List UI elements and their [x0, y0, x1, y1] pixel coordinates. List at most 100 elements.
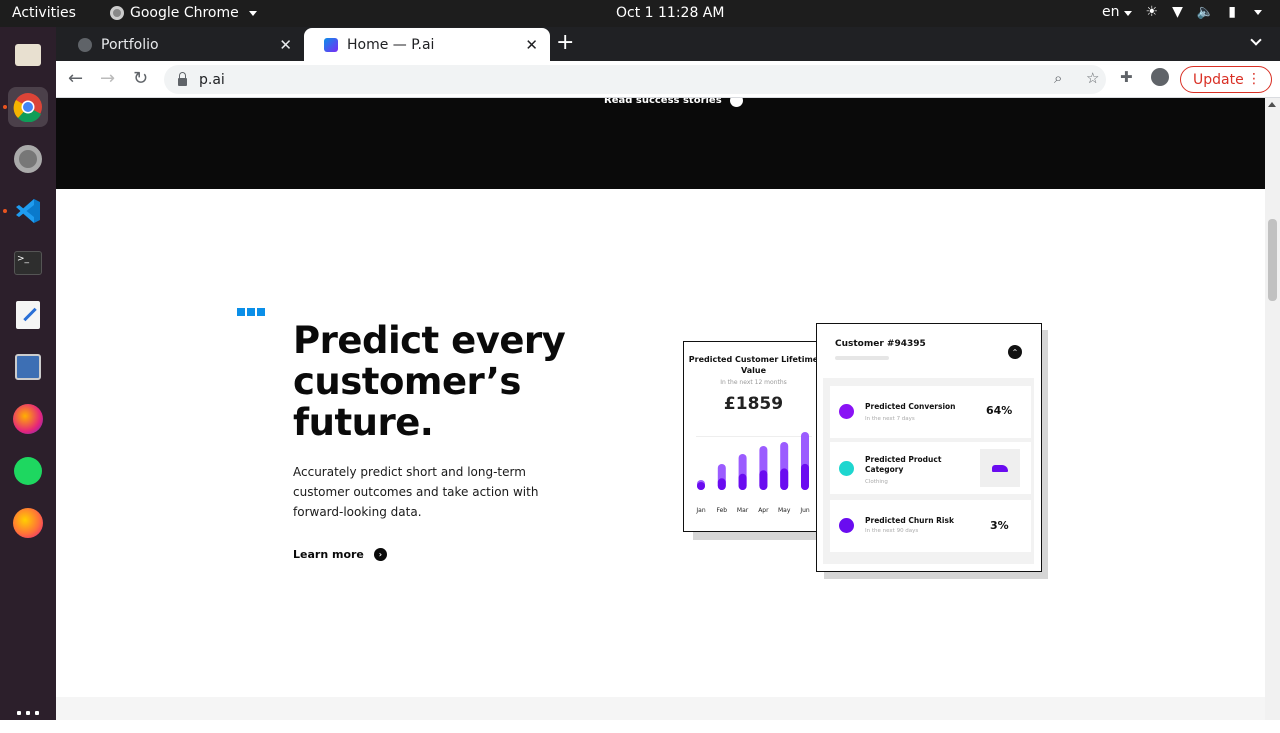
- ltv-month-label: Jun: [799, 507, 810, 514]
- web-page: Read success stories Predict every custo…: [56, 98, 1265, 720]
- section-headline: Predict every customer’s future.: [293, 319, 566, 444]
- spotify-icon[interactable]: [8, 451, 48, 491]
- status-dot: [839, 518, 854, 533]
- prediction-label: Predicted Conversion: [865, 402, 956, 411]
- battery-icon: ▮: [1228, 4, 1236, 20]
- tab-strip: Portfolio ✕ Home — P.ai ✕ +: [56, 27, 1280, 61]
- show-apps-icon[interactable]: [17, 711, 39, 733]
- stories-band: Read success stories: [56, 98, 1265, 189]
- prediction-value: 64%: [986, 404, 1013, 417]
- arrow-right-icon: ›: [373, 548, 387, 561]
- prediction-row-churn: Predicted Churn Risk In the next 90 days…: [830, 500, 1031, 552]
- ltv-month-label: Jan: [695, 507, 705, 514]
- ltv-bar-inner: [738, 473, 747, 490]
- vscode-icon[interactable]: [8, 191, 48, 231]
- update-label: Update: [1193, 71, 1244, 88]
- ltv-bar-inner: [759, 470, 768, 490]
- tab-title: Portfolio: [101, 36, 159, 53]
- tab-portfolio[interactable]: Portfolio ✕: [58, 28, 304, 61]
- volume-icon: 🔈: [1196, 4, 1215, 20]
- ltv-bar-inner: [697, 482, 705, 490]
- section-marker: [237, 308, 265, 316]
- dock: >_: [0, 27, 56, 733]
- forward-icon[interactable]: →: [100, 68, 115, 89]
- prediction-sub: Clothing: [865, 479, 888, 485]
- pai-favicon-icon: [324, 37, 338, 52]
- bookmark-star-icon[interactable]: ☆: [1086, 69, 1099, 87]
- next-section: [56, 697, 1265, 720]
- ltv-month-label: Mar: [737, 507, 749, 514]
- status-dot: [839, 404, 854, 419]
- prediction-value: 3%: [990, 519, 1009, 532]
- more-menu-icon[interactable]: ⋮: [1247, 71, 1261, 87]
- customer-card: Customer #94395 ⌃ Predicted Conversion I…: [816, 323, 1042, 572]
- shoe-icon: [992, 464, 1008, 472]
- new-tab-button[interactable]: +: [556, 32, 574, 54]
- scroll-up-icon[interactable]: [1268, 102, 1276, 107]
- collapse-icon[interactable]: ⌃: [1008, 345, 1022, 359]
- clock[interactable]: Oct 1 11:28 AM: [616, 5, 724, 21]
- prediction-sub: In the next 90 days: [865, 528, 919, 534]
- prediction-label: Predicted Product Category: [865, 455, 942, 474]
- profile-avatar[interactable]: [1151, 68, 1169, 91]
- prediction-row-conversion: Predicted Conversion In the next 7 days …: [830, 386, 1031, 438]
- close-icon[interactable]: ✕: [525, 36, 538, 54]
- back-icon[interactable]: ←: [68, 68, 83, 89]
- url-text: p.ai: [199, 71, 225, 88]
- ltv-card: Predicted Customer Lifetime Value In the…: [683, 341, 824, 532]
- address-bar[interactable]: p.ai ⌕ ☆: [164, 65, 1106, 94]
- scroll-thumb[interactable]: [1268, 219, 1277, 301]
- tab-title: Home — P.ai: [347, 36, 435, 53]
- extensions-icon[interactable]: ✚: [1120, 68, 1133, 86]
- chevron-down-icon: [1254, 9, 1262, 15]
- reload-icon[interactable]: ↻: [133, 68, 148, 89]
- firefox-dev-icon[interactable]: [8, 399, 48, 439]
- chrome-icon[interactable]: [8, 87, 48, 127]
- screenshot-icon[interactable]: [8, 347, 48, 387]
- globe-icon: [78, 37, 92, 52]
- status-dot: [839, 461, 854, 476]
- activities-button[interactable]: Activities: [12, 5, 76, 21]
- firefox-icon[interactable]: [8, 503, 48, 543]
- ltv-bar-inner: [801, 463, 809, 490]
- app-menu-label: Google Chrome: [130, 5, 239, 21]
- learn-more-link[interactable]: Learn more ›: [293, 548, 387, 561]
- system-tray[interactable]: en ☀ ▼ 🔈 ▮: [1102, 4, 1262, 20]
- terminal-icon[interactable]: >_: [8, 243, 48, 283]
- prediction-sub: In the next 7 days: [865, 416, 915, 422]
- customer-title: Customer #94395: [835, 339, 926, 349]
- placeholder-bar: [835, 356, 889, 360]
- zoom-icon[interactable]: ⌕: [1054, 69, 1062, 87]
- files-icon[interactable]: [8, 35, 48, 75]
- settings-icon[interactable]: [8, 139, 48, 179]
- brightness-icon: ☀: [1145, 4, 1159, 20]
- chrome-icon: [110, 6, 124, 20]
- section-description: Accurately predict short and long-term c…: [293, 465, 539, 519]
- close-icon[interactable]: ✕: [279, 36, 292, 54]
- ltv-month-label: Feb: [716, 507, 727, 514]
- tab-search-icon[interactable]: [1250, 34, 1262, 46]
- prediction-list: Predicted Conversion In the next 7 days …: [823, 378, 1034, 564]
- chevron-down-icon: [1123, 11, 1132, 16]
- ltv-bar-inner: [717, 478, 726, 490]
- prediction-label: Predicted Churn Risk: [865, 516, 954, 525]
- tab-home-pai[interactable]: Home — P.ai ✕: [304, 28, 550, 61]
- ltv-bar-chart: Jan Feb Mar Apr May Jun: [695, 432, 810, 514]
- system-topbar: Activities Google Chrome Oct 1 11:28 AM …: [0, 0, 1280, 27]
- read-stories-link[interactable]: Read success stories: [604, 98, 743, 107]
- prediction-row-category: Predicted Product Category Clothing: [830, 442, 1031, 494]
- lock-icon[interactable]: [178, 71, 187, 86]
- wifi-icon: ▼: [1172, 4, 1183, 20]
- update-button[interactable]: Update ⋮: [1180, 66, 1272, 93]
- running-indicator: [3, 105, 7, 109]
- text-editor-icon[interactable]: [8, 295, 48, 335]
- language-indicator[interactable]: en: [1102, 4, 1132, 20]
- ltv-month-label: May: [778, 507, 791, 514]
- browser-toolbar: ← → ↻ p.ai ⌕ ☆ ✚ Update ⋮: [56, 61, 1280, 98]
- product-thumbnail: [980, 449, 1020, 487]
- ltv-bar-inner: [780, 468, 789, 490]
- app-menu[interactable]: Google Chrome: [110, 5, 257, 21]
- page-scrollbar[interactable]: [1265, 98, 1280, 720]
- arrow-circle-icon: [729, 98, 743, 107]
- ltv-month-label: Apr: [758, 507, 769, 514]
